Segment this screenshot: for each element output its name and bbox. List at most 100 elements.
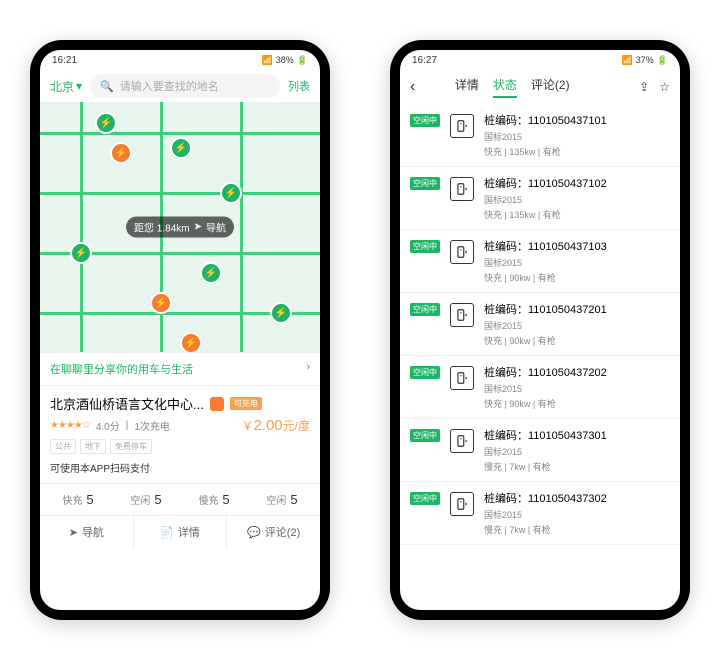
charger-code: 桩编码：1101050437202 (484, 364, 607, 380)
charger-spec: 慢充 | 7kw | 有枪 (484, 460, 607, 473)
charger-standard: 国标2015 (484, 382, 607, 395)
charger-spec: 快充 | 135kw | 有枪 (484, 145, 607, 158)
charger-icon (450, 492, 474, 516)
charger-code: 桩编码：1101050437301 (484, 427, 607, 443)
status-tag: 可充电 (230, 397, 262, 410)
idle-badge: 空闲中 (410, 429, 440, 442)
charger-icon (450, 240, 474, 264)
charger-code: 桩编码：1101050437102 (484, 175, 607, 191)
charger-info: 桩编码：1101050437301 国标2015 慢充 | 7kw | 有枪 (484, 427, 607, 473)
charger-info: 桩编码：1101050437302 国标2015 慢充 | 7kw | 有枪 (484, 490, 607, 536)
charger-code: 桩编码：1101050437103 (484, 238, 607, 254)
chip: 免费停车 (110, 439, 152, 454)
charger-info: 桩编码：1101050437202 国标2015 快充 | 90kw | 有枪 (484, 364, 607, 410)
phone-right: 16:27 📶37%🔋 ‹ 详情 状态 评论(2) ⇪ ☆ 空闲中 桩编码：11 (390, 40, 690, 620)
idle-badge: 空闲中 (410, 240, 440, 253)
charger-standard: 国标2015 (484, 319, 607, 332)
charger-info: 桩编码：1101050437201 国标2015 快充 | 90kw | 有枪 (484, 301, 607, 347)
charger-icon (450, 303, 474, 327)
charger-row[interactable]: 空闲中 桩编码：1101050437201 国标2015 快充 | 90kw |… (400, 293, 680, 356)
star-icon[interactable]: ☆ (659, 80, 670, 94)
phone-left: 16:21 📶38%🔋 北京 ▾ 🔍 请输入要查找的地名 列表 ⚡ (30, 40, 330, 620)
charger-counts: 快充5 空闲5 慢充5 空闲5 (40, 483, 320, 515)
operator-badge-icon (210, 397, 224, 411)
feature-chips: 公共 地下 免费停车 (50, 439, 310, 454)
dropdown-icon: ▾ (76, 79, 82, 93)
tab-comment[interactable]: 评论(2) (531, 76, 570, 98)
payment-note: 可使用本APP扫码支付 (50, 460, 310, 475)
status-icons: 📶38%🔋 (262, 55, 308, 66)
charger-standard: 国标2015 (484, 445, 607, 458)
rating-row: ★★★★☆ 4.0分 | 1次充电 ￥2.00元/度 (50, 417, 310, 434)
charger-info: 桩编码：1101050437103 国标2015 快充 | 90kw | 有枪 (484, 238, 607, 284)
charger-row[interactable]: 空闲中 桩编码：1101050437202 国标2015 快充 | 90kw |… (400, 356, 680, 419)
idle-badge: 空闲中 (410, 114, 440, 127)
tab-detail[interactable]: 详情 (455, 76, 479, 98)
rating-score: 4.0分 (96, 418, 120, 433)
station-card[interactable]: 北京酒仙桥语言文化中心... 可充电 ★★★★☆ 4.0分 | 1次充电 ￥2.… (40, 385, 320, 483)
charger-row[interactable]: 空闲中 桩编码：1101050437103 国标2015 快充 | 90kw |… (400, 230, 680, 293)
charger-spec: 快充 | 90kw | 有枪 (484, 397, 607, 410)
comment-button[interactable]: 💬评论(2) (227, 516, 320, 548)
charger-icon (450, 114, 474, 138)
app-header: 北京 ▾ 🔍 请输入要查找的地名 列表 (40, 70, 320, 102)
idle-badge: 空闲中 (410, 177, 440, 190)
tab-bar: ‹ 详情 状态 评论(2) ⇪ ☆ (400, 70, 680, 104)
share-banner[interactable]: 在聊聊里分享你的用车与生活 › (40, 352, 320, 385)
statusbar-b: 16:27 📶37%🔋 (400, 50, 680, 70)
idle-badge: 空闲中 (410, 492, 440, 505)
charger-info: 桩编码：1101050437102 国标2015 快充 | 135kw | 有枪 (484, 175, 607, 221)
idle-badge: 空闲中 (410, 303, 440, 316)
charger-row[interactable]: 空闲中 桩编码：1101050437101 国标2015 快充 | 135kw … (400, 104, 680, 167)
city-select[interactable]: 北京 ▾ (50, 78, 82, 95)
status-icons: 📶37%🔋 (622, 55, 668, 66)
charger-standard: 国标2015 (484, 193, 607, 206)
action-bar: ➤导航 📄详情 💬评论(2) (40, 515, 320, 548)
charger-standard: 国标2015 (484, 256, 607, 269)
search-input[interactable]: 🔍 请输入要查找的地名 (90, 74, 280, 98)
charge-count: 1次充电 (134, 418, 170, 433)
status-time: 16:27 (412, 55, 437, 66)
station-title: 北京酒仙桥语言文化中心... (50, 394, 204, 413)
charger-spec: 快充 | 90kw | 有枪 (484, 271, 607, 284)
share-icon[interactable]: ⇪ (639, 80, 649, 94)
screen-b: 16:27 📶37%🔋 ‹ 详情 状态 评论(2) ⇪ ☆ 空闲中 桩编码：11 (400, 50, 680, 610)
chip: 地下 (80, 439, 106, 454)
price: ￥2.00元/度 (241, 417, 310, 434)
map-view[interactable]: ⚡ ⚡ ⚡ ⚡ ⚡ ⚡ ⚡ ⚡ ⚡ 距您 1.84km ➤ 导航 (40, 102, 320, 352)
chevron-right-icon: › (306, 361, 310, 377)
screen-a: 16:21 📶38%🔋 北京 ▾ 🔍 请输入要查找的地名 列表 ⚡ (40, 50, 320, 610)
charger-code: 桩编码：1101050437201 (484, 301, 607, 317)
tabs: 详情 状态 评论(2) (400, 76, 629, 98)
charger-code: 桩编码：1101050437101 (484, 112, 607, 128)
charger-spec: 快充 | 135kw | 有枪 (484, 208, 607, 221)
charger-standard: 国标2015 (484, 130, 607, 143)
idle-badge: 空闲中 (410, 366, 440, 379)
detail-button[interactable]: 📄详情 (134, 516, 228, 548)
title-row: 北京酒仙桥语言文化中心... 可充电 (50, 394, 310, 413)
statusbar-a: 16:21 📶38%🔋 (40, 50, 320, 70)
charger-info: 桩编码：1101050437101 国标2015 快充 | 135kw | 有枪 (484, 112, 607, 158)
charger-icon (450, 429, 474, 453)
charger-list[interactable]: 空闲中 桩编码：1101050437101 国标2015 快充 | 135kw … (400, 104, 680, 610)
search-icon: 🔍 (100, 80, 114, 93)
charger-spec: 慢充 | 7kw | 有枪 (484, 523, 607, 536)
charger-icon (450, 366, 474, 390)
nav-button[interactable]: ➤导航 (40, 516, 134, 548)
list-view-button[interactable]: 列表 (288, 78, 310, 94)
charger-spec: 快充 | 90kw | 有枪 (484, 334, 607, 347)
charger-row[interactable]: 空闲中 桩编码：1101050437302 国标2015 慢充 | 7kw | … (400, 482, 680, 545)
comment-icon: 💬 (247, 526, 261, 539)
doc-icon: 📄 (160, 526, 174, 539)
charger-code: 桩编码：1101050437302 (484, 490, 607, 506)
nav-icon: ➤ (194, 222, 202, 233)
charger-icon (450, 177, 474, 201)
tab-status[interactable]: 状态 (493, 76, 517, 98)
chip: 公共 (50, 439, 76, 454)
nav-icon: ➤ (69, 526, 78, 539)
distance-badge[interactable]: 距您 1.84km ➤ 导航 (126, 217, 234, 238)
status-time: 16:21 (52, 55, 77, 66)
charger-row[interactable]: 空闲中 桩编码：1101050437102 国标2015 快充 | 135kw … (400, 167, 680, 230)
star-icons: ★★★★☆ (50, 420, 90, 431)
charger-row[interactable]: 空闲中 桩编码：1101050437301 国标2015 慢充 | 7kw | … (400, 419, 680, 482)
